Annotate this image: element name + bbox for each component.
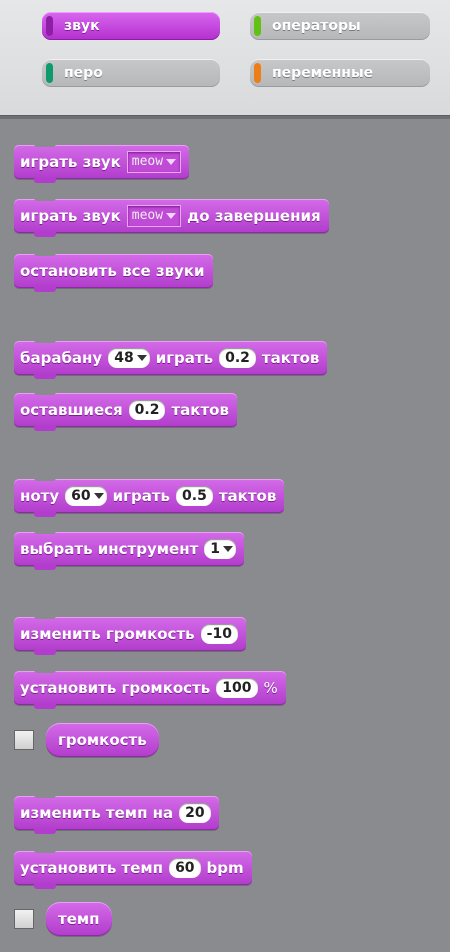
volume-reporter[interactable]: громкость [46,723,159,757]
block-text: громкость [58,731,147,749]
category-pen-button[interactable]: перо [42,59,220,87]
block-text: тактов [171,401,229,419]
block-text: играть [155,349,214,367]
instrument-value: 1 [210,541,221,557]
chevron-down-icon [136,355,147,361]
block-text: изменить громкость [20,625,195,643]
instrument-dropdown[interactable]: 1 [204,539,237,559]
volume-input[interactable]: 100 [216,678,258,698]
sound-category-color-stripe [46,16,53,36]
chevron-down-icon [166,158,177,165]
tempo-checkbox[interactable] [14,909,34,929]
block-text: изменить темп на [20,804,174,822]
category-operators-button[interactable]: операторы [250,12,430,40]
sound-dropdown[interactable]: meow [126,205,182,227]
block-text: выбрать инструмент [20,540,199,558]
block-text: установить темп [20,859,164,877]
operators-category-color-stripe [254,16,261,36]
rest-block[interactable]: оставшиеся 0.2 тактов [14,391,237,431]
set-instrument-block[interactable]: выбрать инструмент 1 [14,530,245,570]
sound-dropdown[interactable]: meow [126,151,182,173]
play-note-block[interactable]: ноту 60 играть 0.5 тактов [14,477,285,517]
beats-input[interactable]: 0.2 [219,348,256,368]
note-value: 60 [71,488,91,504]
block-text: остановить все звуки [20,262,205,280]
block-text: играть звук [20,153,121,171]
category-sound-button[interactable]: звук [42,12,220,40]
block-text: барабану [20,349,103,367]
chevron-down-icon [93,493,104,499]
tempo-reporter[interactable]: темп [46,902,112,936]
volume-checkbox[interactable] [14,730,34,750]
block-text: темп [58,910,100,928]
block-text: оставшиеся [20,401,123,419]
category-label: перо [64,65,103,81]
set-tempo-block[interactable]: установить темп 60 bpm [14,849,252,889]
drum-value: 48 [114,350,134,366]
pen-category-color-stripe [46,63,53,83]
category-label: переменные [272,65,374,81]
set-volume-block[interactable]: установить громкость 100 % [14,669,286,709]
block-text: до завершения [187,207,321,225]
change-volume-block[interactable]: изменить громкость -10 [14,615,246,655]
variables-category-color-stripe [254,63,261,83]
block-text: тактов [218,487,277,505]
beats-input[interactable]: 0.5 [176,486,213,506]
tempo-change-input[interactable]: 20 [179,803,211,823]
category-variables-button[interactable]: переменные [250,59,430,87]
category-label: звук [64,18,100,34]
block-text: ноту [20,487,60,505]
unit-label: % [263,679,278,697]
block-text: играть звук [20,207,121,225]
unit-label: bpm [206,859,244,877]
chevron-down-icon [166,212,177,219]
block-text: установить громкость [20,679,211,697]
block-text: тактов [261,349,320,367]
category-panel: звук операторы перо переменные [0,0,450,115]
play-sound-until-done-block[interactable]: играть звук meow до завершения [14,197,329,237]
play-drum-block[interactable]: барабану 48 играть 0.2 тактов [14,339,328,379]
stop-all-sounds-block[interactable]: остановить все звуки [14,252,213,292]
sound-value: meow [131,208,164,223]
tempo-input[interactable]: 60 [169,858,201,878]
drum-dropdown[interactable]: 48 [108,348,150,368]
block-text: играть [112,487,171,505]
play-sound-block[interactable]: играть звук meow [14,143,190,183]
volume-change-input[interactable]: -10 [200,624,238,644]
change-tempo-block[interactable]: изменить темп на 20 [14,794,219,834]
sound-value: meow [131,154,164,169]
chevron-down-icon [223,546,234,552]
note-dropdown[interactable]: 60 [65,486,107,506]
category-label: операторы [272,18,361,34]
beats-input[interactable]: 0.2 [128,400,166,420]
